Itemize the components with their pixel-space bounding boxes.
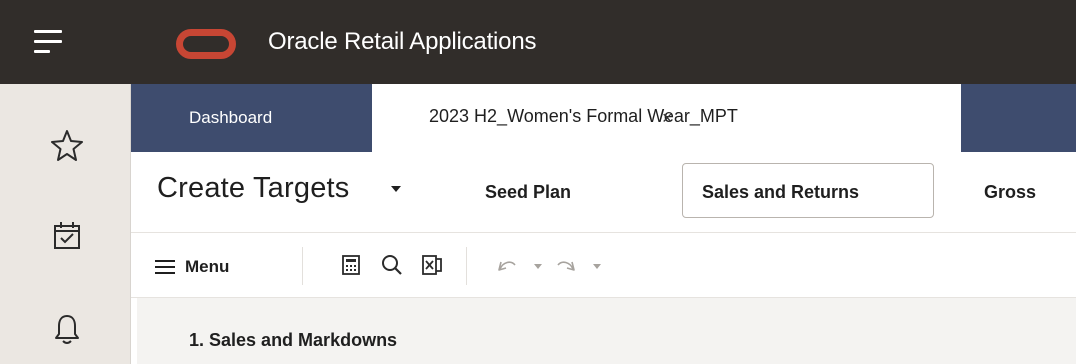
- stage-title[interactable]: Create Targets: [157, 172, 349, 205]
- search-icon[interactable]: [380, 253, 404, 277]
- undo-icon[interactable]: [495, 253, 519, 277]
- oracle-logo: [176, 29, 236, 59]
- chevron-down-icon[interactable]: [391, 186, 401, 192]
- star-icon[interactable]: [51, 128, 83, 162]
- step-gross[interactable]: Gross: [984, 182, 1036, 203]
- tab-dashboard-label: Dashboard: [189, 108, 273, 127]
- app-title: Oracle Retail Applications: [268, 28, 537, 55]
- section-accent: [131, 298, 137, 364]
- redo-dropdown-icon[interactable]: [593, 264, 601, 269]
- step-seed-plan[interactable]: Seed Plan: [485, 182, 571, 203]
- toolbar: Menu: [131, 232, 1076, 298]
- section-title: 1. Sales and Markdowns: [189, 330, 398, 350]
- toolbar-divider: [302, 247, 303, 285]
- stage-bar: Create Targets Seed Plan Sales and Retur…: [131, 152, 1076, 232]
- calendar-check-icon[interactable]: [51, 219, 83, 253]
- app-header: Oracle Retail Applications: [0, 0, 1076, 84]
- close-icon[interactable]: ×: [662, 109, 673, 127]
- hamburger-icon[interactable]: [34, 26, 64, 56]
- menu-label: Menu: [185, 257, 230, 276]
- bell-icon[interactable]: [51, 312, 83, 346]
- tab-dashboard[interactable]: Dashboard: [131, 84, 372, 152]
- side-rail: [0, 84, 131, 364]
- tab-plan-active[interactable]: 2023 H2_Women's Formal Wear_MPT ×: [372, 84, 961, 152]
- toolbar-divider: [466, 247, 467, 285]
- calculator-icon[interactable]: [339, 253, 363, 277]
- tab-bar: Dashboard 2023 H2_Women's Formal Wear_MP…: [131, 84, 1076, 152]
- menu-button[interactable]: Menu: [155, 255, 229, 279]
- tab-plan-label: 2023 H2_Women's Formal Wear_MPT: [429, 106, 738, 126]
- step-sales-and-returns[interactable]: Sales and Returns: [702, 182, 859, 203]
- undo-dropdown-icon[interactable]: [534, 264, 542, 269]
- menu-icon: [155, 260, 175, 274]
- section-header: 1. Sales and Markdowns: [131, 298, 1076, 364]
- export-excel-icon[interactable]: [420, 253, 444, 277]
- redo-icon[interactable]: [554, 253, 578, 277]
